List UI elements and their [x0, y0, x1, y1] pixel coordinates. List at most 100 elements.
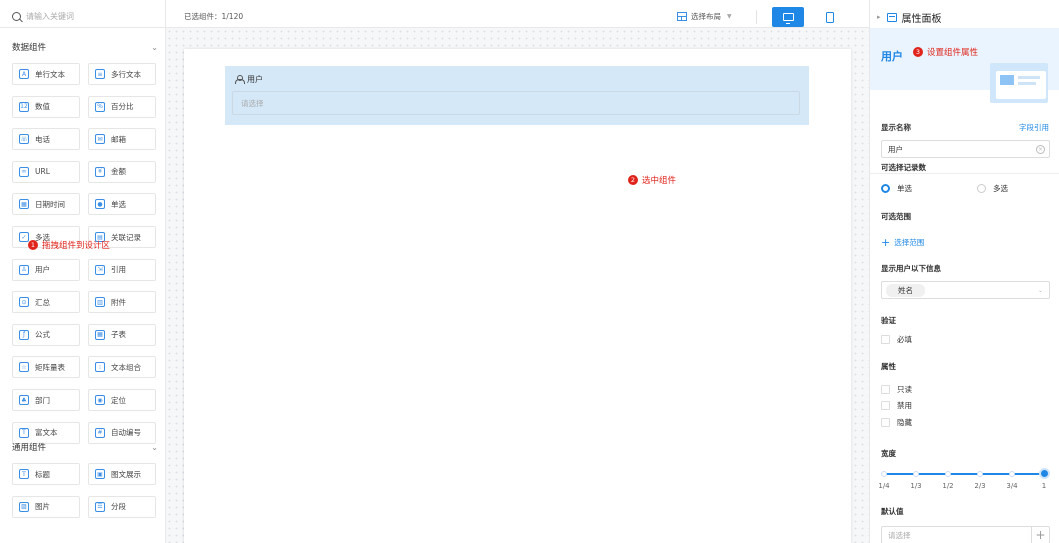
layout-select[interactable]: 选择布局 ▼	[677, 11, 732, 22]
radio-icon: ●	[95, 199, 105, 210]
group-data-title: 数据组件	[12, 43, 47, 53]
attribute-label: 属性	[881, 362, 896, 371]
richtext-icon: T	[19, 427, 29, 438]
component-item[interactable]: A 单行文本	[12, 63, 80, 85]
disabled-checkbox[interactable]: 禁用	[881, 400, 912, 411]
component-label: 邮箱	[111, 134, 126, 144]
default-value-label: 默认值	[881, 507, 904, 516]
component-item[interactable]: % 百分比	[88, 95, 156, 118]
component-label: 图文展示	[111, 469, 141, 479]
component-item[interactable]: ≡ 多行文本	[88, 63, 156, 85]
chevron-down-icon: ⌄	[151, 442, 158, 452]
text-combo-icon: ⁝	[95, 362, 105, 373]
slider-stop[interactable]	[881, 471, 887, 477]
display-name-input[interactable]: 用户 ×	[881, 140, 1050, 158]
info-tag[interactable]: 姓名	[886, 283, 925, 297]
hint-number-badge: 3	[913, 47, 923, 57]
component-item[interactable]: ¥ 金额	[88, 160, 156, 183]
search-input[interactable]: 请输入关键词	[26, 11, 74, 22]
selected-count: 已选组件：1/120	[184, 12, 244, 21]
design-area: 用户 请选择 2 选中组件	[166, 28, 869, 543]
component-label: 多行文本	[111, 69, 141, 79]
matrix-icon: ☆	[19, 362, 29, 373]
clear-icon[interactable]: ×	[1036, 144, 1045, 154]
component-item[interactable]: ∞ URL	[12, 160, 80, 183]
component-item[interactable]: ◉ 定位	[88, 389, 156, 411]
section-icon: ☰	[95, 501, 105, 512]
component-item[interactable]: ⇲ 引用	[88, 258, 156, 281]
desktop-view-button[interactable]	[772, 7, 804, 27]
group-data-header[interactable]: 数据组件 ⌄	[12, 39, 158, 55]
component-item[interactable]: T 标题	[12, 463, 80, 485]
component-item[interactable]: ☏ 电话	[12, 128, 80, 151]
slider-stop[interactable]	[913, 471, 919, 477]
component-item[interactable]: ✉ 邮箱	[88, 128, 156, 151]
component-label: 富文本	[35, 428, 58, 438]
display-name-label: 显示名称	[881, 123, 911, 132]
slider-stop[interactable]	[945, 471, 951, 477]
component-item[interactable]: ▣ 图文展示	[88, 463, 156, 485]
radio-single[interactable]: 单选	[881, 183, 912, 194]
field-label-text: 用户	[247, 75, 263, 84]
slider-thumb[interactable]	[1038, 468, 1050, 479]
hidden-checkbox[interactable]: 隐藏	[881, 417, 912, 428]
component-item[interactable]: ☆ 矩阵量表	[12, 356, 80, 379]
number-icon: 12	[19, 101, 29, 112]
component-label: 定位	[111, 395, 126, 405]
user-info-select[interactable]: 姓名 ⌄	[881, 281, 1050, 299]
divider	[870, 173, 1059, 174]
readonly-checkbox[interactable]: 只读	[881, 384, 912, 395]
group-common-header[interactable]: 通用组件 ⌄	[12, 439, 158, 455]
user-select-input[interactable]: 请选择	[232, 91, 800, 115]
default-value-placeholder: 请选择	[888, 530, 911, 540]
chevron-down-icon: ⌄	[1037, 286, 1043, 294]
component-search[interactable]: 请输入关键词	[0, 6, 166, 28]
checkbox-icon	[881, 385, 890, 394]
select-range-text: 选择范围	[894, 238, 925, 247]
component-item[interactable]: ▥ 附件	[88, 291, 156, 314]
field-ref-link[interactable]: 字段引用	[1019, 122, 1049, 133]
form-canvas[interactable]: 用户 请选择 2 选中组件	[184, 49, 851, 543]
search-icon	[12, 12, 21, 21]
component-item[interactable]: ⁝ 文本组合	[88, 356, 156, 379]
component-item[interactable]: ● 单选	[88, 193, 156, 216]
component-item[interactable]: ƒ 公式	[12, 323, 80, 346]
component-label: 分段	[111, 502, 126, 512]
required-checkbox[interactable]: 必填	[881, 334, 912, 345]
range-label: 可选范围	[881, 212, 911, 221]
settings-hint: 3 设置组件属性	[913, 46, 978, 58]
percent-icon: %	[95, 101, 105, 112]
mobile-view-button[interactable]	[814, 7, 846, 27]
banner-illustration	[990, 63, 1052, 107]
user-icon: ♙	[19, 264, 29, 275]
formula-icon: ƒ	[19, 329, 29, 340]
component-item[interactable]: 12 数值	[12, 95, 80, 118]
money-icon: ¥	[95, 166, 105, 177]
select-range-link[interactable]: + 选择范围	[881, 237, 924, 248]
toolbar-divider	[756, 10, 757, 24]
component-item[interactable]: ♣ 部门	[12, 389, 80, 411]
component-item[interactable]: ▦ 子表	[88, 323, 156, 346]
component-item[interactable]: ♙ 用户	[12, 258, 80, 281]
property-panel: ▸ 属性面板 用户 3 设置组件属性 显示名称 字段引用 用户 × 可选择记录数…	[869, 0, 1059, 543]
property-panel-header[interactable]: ▸ 属性面板	[870, 6, 1059, 28]
component-item[interactable]: ☰ 分段	[88, 495, 156, 518]
text-single-icon: A	[19, 69, 29, 79]
component-label: 矩阵量表	[35, 362, 65, 372]
radio-multi[interactable]: 多选	[977, 183, 1008, 194]
width-slider[interactable]	[881, 468, 1050, 479]
location-icon: ◉	[95, 395, 105, 405]
quote-icon: ⇲	[95, 264, 105, 275]
plus-icon: +	[881, 235, 891, 249]
component-label: 单行文本	[35, 69, 65, 79]
selected-user-field[interactable]: 用户 请选择	[225, 66, 809, 125]
component-item[interactable]: ▨ 图片	[12, 495, 80, 518]
readonly-text: 只读	[897, 385, 912, 394]
component-item[interactable]: ▦ 日期时间	[12, 193, 80, 216]
slider-stop[interactable]	[977, 471, 983, 477]
add-icon[interactable]: +	[1031, 526, 1049, 543]
slider-stop[interactable]	[1009, 471, 1015, 477]
component-item[interactable]: ⊙ 汇总	[12, 291, 80, 314]
collapse-arrow-icon[interactable]: ▸	[877, 13, 881, 21]
default-value-input[interactable]: 请选择 +	[881, 526, 1050, 543]
